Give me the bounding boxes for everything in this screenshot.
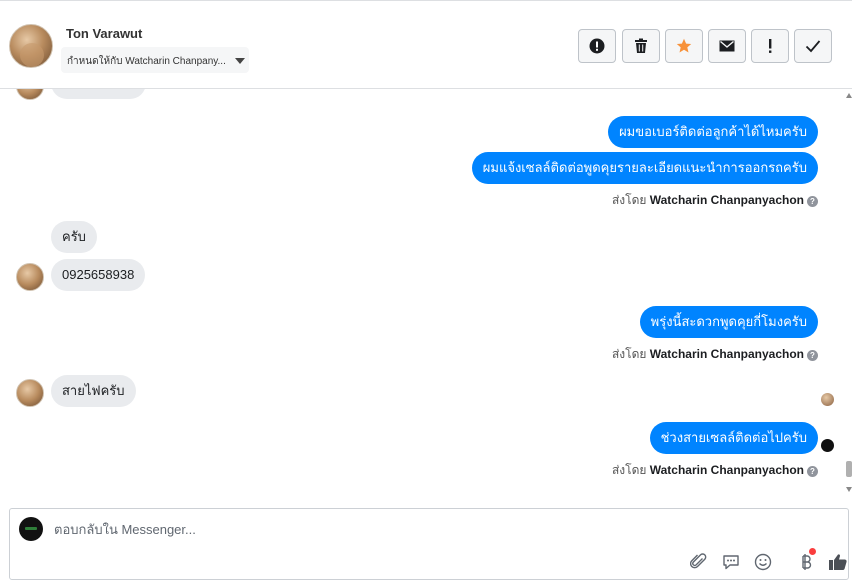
reply-composer — [9, 508, 849, 580]
sent-by-prefix: ส่งโดย — [611, 347, 647, 361]
scrollbar-thumb[interactable] — [846, 461, 852, 477]
caret-down-icon — [235, 58, 245, 64]
sender-name[interactable]: Watcharin Chanpanyachon — [650, 193, 804, 207]
star-button[interactable] — [665, 29, 703, 63]
thumbs-up-icon — [829, 554, 847, 570]
scroll-down-arrow-icon[interactable] — [846, 487, 852, 492]
smiley-icon — [754, 553, 772, 571]
contact-name[interactable]: Ton Varawut — [66, 26, 142, 41]
contact-avatar-small — [16, 89, 44, 100]
baht-icon — [802, 554, 812, 570]
delete-button[interactable] — [622, 29, 660, 63]
sent-by-label: ส่งโดย Watcharin Chanpanyachon? — [612, 345, 818, 364]
sender-name[interactable]: Watcharin Chanpanyachon — [650, 347, 804, 361]
comment-icon — [723, 555, 739, 570]
assign-label: กำหนดให้กับ Watcharin Chanpany... — [67, 56, 226, 67]
incoming-message: 0925658938 — [51, 259, 146, 291]
checkmark-icon — [805, 40, 821, 53]
message-thread[interactable]: ผมขอเบอร์ติดต่อลูกค้าได้ไหมครับ ผมแจ้งเซ… — [0, 89, 852, 501]
reply-input[interactable] — [54, 519, 654, 539]
attach-button[interactable] — [688, 551, 710, 573]
sender-name[interactable]: Watcharin Chanpanyachon — [650, 463, 804, 477]
help-icon[interactable]: ? — [807, 466, 818, 477]
conversation-header: Ton Varawut กำหนดให้กับ Watcharin Chanpa… — [0, 3, 852, 89]
envelope-icon — [719, 40, 735, 52]
outgoing-message: ผมขอเบอร์ติดต่อลูกค้าได้ไหมครับ — [608, 116, 818, 148]
notification-dot — [809, 548, 816, 555]
page-avatar — [19, 517, 43, 541]
mark-unread-button[interactable] — [708, 29, 746, 63]
outgoing-message: พรุ่งนี้สะดวกพูดคุยกี่โมงครับ — [639, 306, 818, 338]
follow-up-button[interactable] — [751, 29, 789, 63]
outgoing-message: ช่วงสายเซลล์ติดต่อไปครับ — [649, 422, 818, 454]
sent-by-label: ส่งโดย Watcharin Chanpanyachon? — [612, 191, 818, 210]
contact-avatar-small — [16, 379, 44, 407]
exclamation-icon — [769, 39, 772, 53]
like-button[interactable] — [827, 551, 849, 573]
thread-scrollbar[interactable] — [846, 89, 852, 501]
messenger-conversation: Ton Varawut กำหนดให้กับ Watcharin Chanpa… — [0, 0, 852, 582]
star-icon — [676, 38, 692, 53]
payment-button[interactable] — [795, 548, 817, 573]
trash-icon — [635, 38, 647, 53]
incoming-message: ครับ — [51, 221, 97, 253]
help-icon[interactable]: ? — [807, 196, 818, 207]
mark-spam-button[interactable] — [578, 29, 616, 63]
mark-done-button[interactable] — [794, 29, 832, 63]
emoji-button[interactable] — [752, 551, 774, 573]
assign-dropdown[interactable]: กำหนดให้กับ Watcharin Chanpany... — [61, 47, 249, 73]
seen-avatar-page — [821, 439, 834, 452]
sent-by-prefix: ส่งโดย — [611, 463, 647, 477]
outgoing-message: ผมแจ้งเซลล์ติดต่อพูดคุยรายละเอียดแนะนำกา… — [471, 152, 818, 184]
incoming-message: สายไฟครับ — [51, 375, 136, 407]
paperclip-icon — [690, 553, 707, 569]
alert-circle-icon — [589, 38, 605, 54]
sent-by-prefix: ส่งโดย — [611, 193, 647, 207]
help-icon[interactable]: ? — [807, 350, 818, 361]
sent-by-label: ส่งโดย Watcharin Chanpanyachon? — [612, 461, 818, 480]
incoming-message-partial — [51, 89, 146, 99]
contact-avatar-small — [16, 263, 44, 291]
scroll-up-arrow-icon[interactable] — [846, 93, 852, 98]
seen-avatar — [821, 393, 834, 406]
saved-replies-button[interactable] — [720, 551, 742, 573]
contact-avatar[interactable] — [9, 24, 53, 68]
